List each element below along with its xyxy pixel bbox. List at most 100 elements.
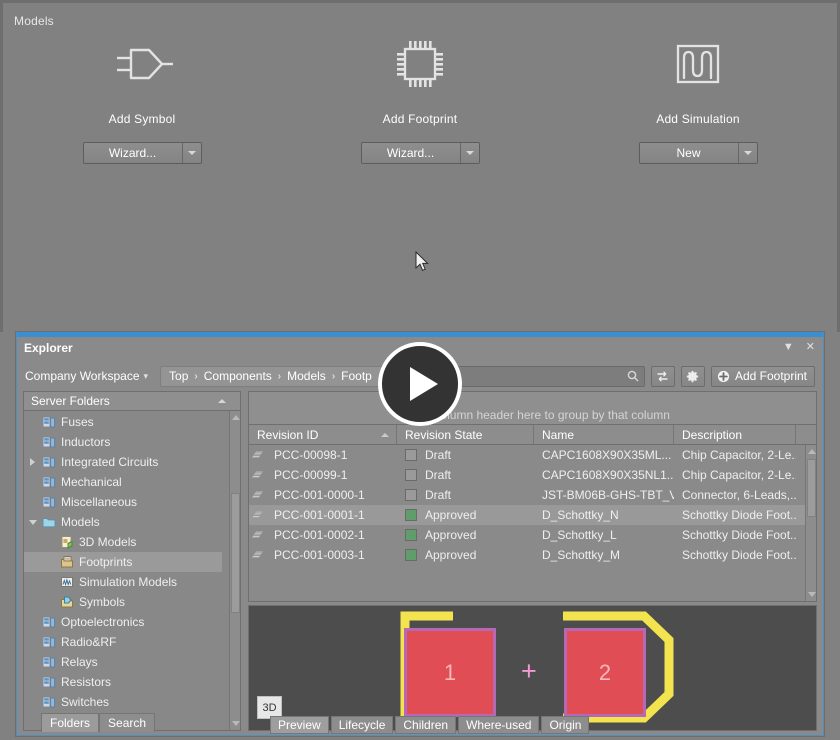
tree-tab-folders[interactable]: Folders	[41, 713, 100, 732]
footprint-document-icon	[249, 470, 266, 481]
tree-node-3d-models[interactable]: 3D Models	[24, 532, 240, 552]
grid-column-header-description[interactable]: Description	[674, 425, 796, 444]
table-row[interactable]: PCC-001-0002-1 Approved D_Schottky_L Schott…	[249, 525, 816, 545]
tree-tab-search[interactable]: Search	[99, 713, 156, 732]
tree-scrollbar[interactable]	[229, 411, 240, 730]
table-row[interactable]: PCC-001-0003-1 Approved D_Schottky_M Schott…	[249, 545, 816, 565]
models-panel-title: Models	[14, 14, 54, 28]
tree-node-label: Simulation Models	[79, 575, 178, 589]
breadcrumb-item-components[interactable]: Components	[204, 369, 272, 383]
state-swatch-icon	[405, 549, 417, 561]
folder-component-icon	[42, 496, 56, 508]
tree-node-fuses[interactable]: Fuses	[24, 412, 240, 432]
folder-component-icon	[42, 476, 56, 488]
preview-tab-preview[interactable]: Preview	[270, 716, 329, 734]
footprint-wizard-button[interactable]: Wizard...	[361, 143, 460, 163]
cell-name: D_Schottky_M	[542, 548, 621, 562]
cell-description: Connector, 6-Leads,...	[682, 488, 796, 502]
content-pane: Drag a column header here to group by th…	[248, 391, 817, 731]
tree-tab-bar: Folders Search	[41, 713, 156, 732]
tree-node-miscellaneous[interactable]: Miscellaneous	[24, 492, 240, 512]
scroll-up-icon[interactable]	[232, 415, 240, 420]
expand-arrow-icon[interactable]	[28, 458, 37, 466]
close-icon[interactable]: ✕	[806, 341, 815, 353]
preview-tab-bar: Preview Lifecycle Children Where-used Origin	[270, 716, 590, 734]
server-folders-pane: Server Folders Fuses Inductors Integrated …	[23, 391, 241, 732]
breadcrumb-separator-icon: ›	[331, 370, 336, 382]
gear-icon	[687, 370, 699, 382]
table-row[interactable]: PCC-00099-1 Draft CAPC1608X90X35NL1... Chip…	[249, 465, 816, 485]
cell-revision-id: PCC-001-0003-1	[274, 548, 365, 562]
play-button-icon[interactable]	[378, 342, 462, 426]
cell-description: Schottky Diode Foot...	[682, 548, 796, 562]
grid-column-header-name[interactable]: Name	[534, 425, 674, 444]
breadcrumb-item-top[interactable]: Top	[169, 369, 188, 383]
folder-open-icon	[42, 518, 56, 528]
tree-node-resistors[interactable]: Resistors	[24, 672, 240, 692]
grid-column-header-revision-id[interactable]: Revision ID	[249, 425, 397, 444]
simulation-new-button[interactable]: New	[639, 143, 738, 163]
chevron-down-icon: ▾	[143, 370, 149, 381]
panel-menu-icon[interactable]: ▼	[783, 341, 794, 353]
symbol-wizard-split-button[interactable]: Wizard...	[82, 142, 202, 164]
tree-node-mechanical[interactable]: Mechanical	[24, 472, 240, 492]
grid-header-row: Revision ID Revision State Name Description	[248, 425, 817, 445]
tree-node-footprints[interactable]: Footprints	[24, 552, 222, 572]
preview-tab-children[interactable]: Children	[395, 716, 457, 734]
tree-node-label: Radio&RF	[61, 635, 117, 649]
tree-node-models[interactable]: Models	[24, 512, 240, 532]
tree-node-simulation-models[interactable]: Simulation Models	[24, 572, 240, 592]
folder-tree: Fuses Inductors Integrated Circuits Mechani…	[23, 411, 241, 731]
tree-node-inductors[interactable]: Inductors	[24, 432, 240, 452]
simulation-new-dropdown-arrow[interactable]	[737, 143, 757, 163]
symbol-wizard-button[interactable]: Wizard...	[83, 143, 182, 163]
tree-node-relays[interactable]: Relays	[24, 652, 240, 672]
footprint-wizard-dropdown-arrow[interactable]	[459, 143, 479, 163]
preview-tab-where-used[interactable]: Where-used	[458, 716, 540, 734]
tree-node-label: Mechanical	[61, 475, 122, 489]
tree-node-label: Inductors	[61, 435, 111, 449]
table-row[interactable]: PCC-001-0000-1 Draft JST-BM06B-GHS-TBT_V Co…	[249, 485, 816, 505]
grid-scrollbar[interactable]	[805, 445, 816, 601]
tree-node-integrated-circuits[interactable]: Integrated Circuits	[24, 452, 240, 472]
breadcrumb-item-models[interactable]: Models	[287, 369, 326, 383]
tree-node-switches[interactable]: Switches	[24, 692, 240, 712]
add-footprint-button[interactable]: Add Footprint	[710, 365, 815, 387]
settings-button[interactable]	[680, 365, 705, 387]
grid-column-header-revision-state[interactable]: Revision State	[397, 425, 534, 444]
search-icon	[627, 370, 639, 382]
simulation-waveform-icon	[672, 33, 724, 95]
table-row[interactable]: PCC-00098-1 Draft CAPC1608X90X35ML... Chip …	[249, 445, 816, 465]
plus-circle-icon	[717, 370, 730, 382]
tree-node-label: Relays	[61, 655, 98, 669]
preview-tab-lifecycle[interactable]: Lifecycle	[330, 716, 394, 734]
preview-tab-origin[interactable]: Origin	[541, 716, 590, 734]
tree-node-radio-rf[interactable]: Radio&RF	[24, 632, 240, 652]
scroll-down-icon[interactable]	[808, 592, 816, 597]
tree-scroll-thumb[interactable]	[231, 493, 240, 613]
tree-node-optoelectronics[interactable]: Optoelectronics	[24, 612, 240, 632]
scroll-down-icon[interactable]	[232, 721, 240, 726]
simulation-new-split-button[interactable]: New	[638, 142, 758, 164]
refresh-button[interactable]	[650, 365, 675, 387]
grid-scroll-thumb[interactable]	[807, 459, 816, 517]
workspace-selector[interactable]: Company Workspace ▾	[25, 369, 148, 383]
folder-simulation-icon	[61, 577, 73, 587]
tree-node-label: Switches	[61, 695, 110, 709]
footprint-wizard-split-button[interactable]: Wizard...	[360, 142, 480, 164]
cell-revision-state: Approved	[397, 528, 534, 542]
folder-symbol-icon	[61, 596, 73, 608]
symbol-wizard-dropdown-arrow[interactable]	[181, 143, 201, 163]
explorer-window-controls: ▼ ✕	[783, 341, 815, 353]
collapse-arrow-icon[interactable]	[28, 519, 37, 525]
collapse-icon[interactable]	[218, 399, 226, 403]
footprint-preview[interactable]: 1 2 + 3D	[248, 605, 817, 731]
group-by-dropzone[interactable]: Drag a column header here to group by th…	[248, 391, 817, 425]
state-swatch-icon	[405, 529, 417, 541]
table-row[interactable]: PCC-001-0001-1 Approved D_Schottky_N Schott…	[249, 505, 816, 525]
add-footprint-label: Add Footprint	[734, 369, 807, 383]
breadcrumb-item-footprints[interactable]: Footp	[341, 369, 372, 383]
folder-component-icon	[42, 416, 56, 428]
tree-node-symbols[interactable]: Symbols	[24, 592, 240, 612]
scroll-up-icon[interactable]	[808, 449, 816, 454]
